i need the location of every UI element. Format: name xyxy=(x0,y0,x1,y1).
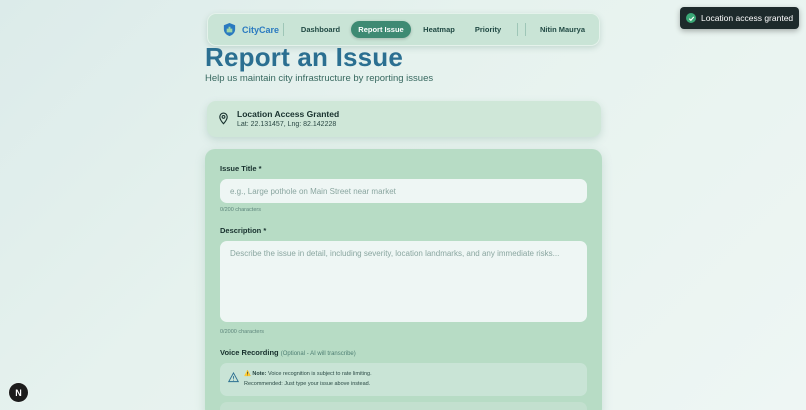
note-line-1: ⚠️ Note: Voice recognition is subject to… xyxy=(244,371,372,377)
rate-limit-note: ⚠️ Note: Voice recognition is subject to… xyxy=(220,363,587,396)
toast-notification: Location access granted xyxy=(680,7,799,29)
issue-title-label: Issue Title * xyxy=(220,164,262,173)
check-circle-icon xyxy=(686,13,696,23)
note-prefix: ⚠️ Note: xyxy=(244,371,267,377)
location-title: Location Access Granted xyxy=(237,109,340,119)
description-label: Description * xyxy=(220,226,267,235)
location-coordinates: Lat: 22.131457, Lng: 82.142228 xyxy=(237,121,337,128)
location-status-card: Location Access Granted Lat: 22.131457, … xyxy=(207,101,601,137)
note-text: Voice recognition is subject to rate lim… xyxy=(266,371,372,377)
issue-title-placeholder: e.g., Large pothole on Main Street near … xyxy=(230,186,396,196)
map-pin-icon xyxy=(219,112,228,125)
nav-heatmap[interactable]: Heatmap xyxy=(414,21,464,38)
warning-triangle-icon xyxy=(228,372,239,383)
floating-n-button[interactable]: N xyxy=(9,383,28,402)
description-char-count: 0/2000 characters xyxy=(220,329,265,335)
toast-message: Location access granted xyxy=(701,13,794,23)
page-title: Report an Issue xyxy=(205,42,404,72)
issue-title-input[interactable]: e.g., Large pothole on Main Street near … xyxy=(220,179,587,203)
description-placeholder: Describe the issue in detail, including … xyxy=(230,249,560,258)
page-subtitle: Help us maintain city infrastructure by … xyxy=(205,73,434,84)
note-line-2: Recommended: Just type your issue above … xyxy=(244,381,371,387)
nav-dashboard[interactable]: Dashboard xyxy=(293,21,348,38)
description-textarea[interactable]: Describe the issue in detail, including … xyxy=(220,241,587,322)
nav-divider xyxy=(525,23,526,36)
nav-priority[interactable]: Priority xyxy=(465,21,511,38)
nav-divider xyxy=(517,23,518,36)
title-char-count: 0/200 characters xyxy=(220,207,261,213)
nav-divider xyxy=(283,23,284,36)
voice-recording-title: Voice Recording xyxy=(220,348,279,357)
city-shield-icon xyxy=(223,22,236,37)
report-form: Issue Title * e.g., Large pothole on Mai… xyxy=(205,149,602,410)
brand-logo[interactable]: CityCare xyxy=(222,22,279,37)
voice-optional-hint: (Optional - AI will transcribe) xyxy=(280,351,356,357)
voice-record-button[interactable] xyxy=(220,402,587,410)
user-name[interactable]: Nitin Maurya xyxy=(540,21,585,38)
voice-recording-label: Voice Recording (Optional - AI will tran… xyxy=(220,348,356,357)
nav-report-issue[interactable]: Report Issue xyxy=(351,21,411,38)
brand-name: CityCare xyxy=(242,24,280,35)
